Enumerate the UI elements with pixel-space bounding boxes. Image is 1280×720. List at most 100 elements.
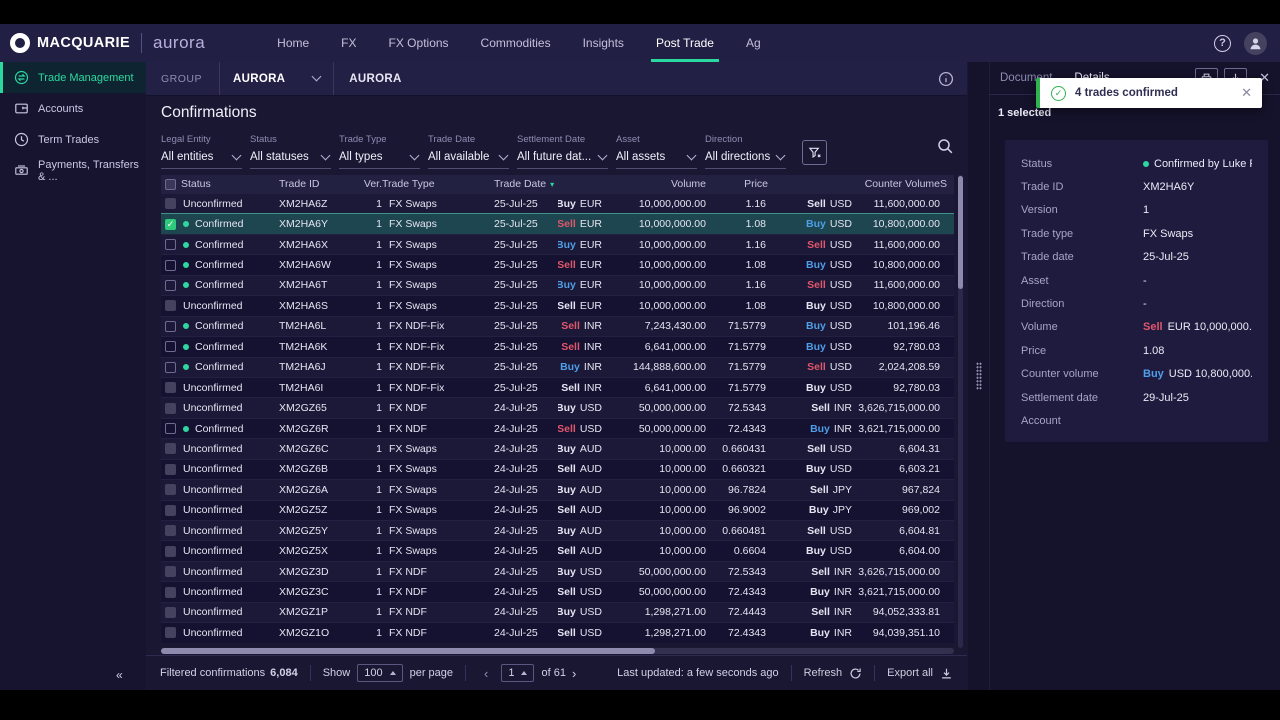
table-row[interactable]: UnconfirmedXM2GZ6B1FX Swaps24-Jul-25Sell… [161,459,954,479]
detail-value: 29-Jul-25 [1143,392,1189,404]
nav-item-fx[interactable]: FX [325,24,372,62]
sidebar-collapse-button[interactable]: « [116,668,123,682]
page-size-select[interactable]: 100 [357,664,402,682]
trade-date-cell: 25-Jul-25 [494,300,558,312]
status-cell: Confirmed [181,423,279,435]
next-page-button[interactable]: › [566,666,582,681]
table-row[interactable]: UnconfirmedXM2GZ651FX NDF24-Jul-25BuyUSD… [161,397,954,417]
group-select[interactable]: AURORA [219,62,334,95]
table-row[interactable]: UnconfirmedXM2GZ3C1FX NDF24-Jul-25SellUS… [161,581,954,601]
table-row[interactable]: ConfirmedTM2HA6K1FX NDF-Fix25-Jul-25Sell… [161,336,954,356]
column-header-price[interactable]: Price [706,178,768,190]
nav-item-fx-options[interactable]: FX Options [373,24,465,62]
direction-currency: INR [584,382,602,394]
refresh-button[interactable]: Refresh [804,667,863,680]
row-checkbox[interactable] [165,260,176,271]
table-row[interactable]: UnconfirmedXM2GZ5Y1FX Swaps24-Jul-25BuyA… [161,520,954,540]
table-row[interactable]: ConfirmedXM2GZ6R1FX NDF24-Jul-25SellUSD5… [161,418,954,438]
horizontal-scrollbar-thumb[interactable] [161,648,655,654]
filter-label: Status [250,134,331,145]
filter-status[interactable]: StatusAll statuses [250,134,331,169]
filter-settlement-date[interactable]: Settlement DateAll future dat... [517,134,608,169]
help-icon[interactable]: ? [1214,35,1231,52]
row-checkbox[interactable] [165,321,176,332]
clear-filters-button[interactable] [802,140,827,165]
row-checkbox[interactable] [165,362,176,373]
table-row[interactable]: UnconfirmedXM2HA6Z1FX Swaps25-Jul-25BuyE… [161,193,954,213]
vertical-scrollbar-thumb[interactable] [958,176,963,289]
row-checkbox[interactable]: ✓ [165,219,176,230]
user-avatar[interactable] [1244,32,1267,55]
toast-close-icon[interactable]: ✕ [1241,85,1252,101]
version-cell: 1 [358,627,382,639]
trade-id-cell: XM2HA6S [279,300,358,312]
nav-item-insights[interactable]: Insights [567,24,640,62]
sidebar-item-term-trades[interactable]: Term Trades [0,124,146,155]
trade-date-cell: 25-Jul-25 [494,361,558,373]
filter-legal-entity[interactable]: Legal EntityAll entities [161,134,242,169]
column-header-trade-id[interactable]: Trade ID [279,178,358,190]
filter-direction[interactable]: DirectionAll directions [705,134,786,169]
nav-item-home[interactable]: Home [261,24,325,62]
table-row[interactable]: UnconfirmedTM2HA6I1FX NDF-Fix25-Jul-25Se… [161,377,954,397]
counter-direction-currency: INR [834,627,852,639]
filter-asset[interactable]: AssetAll assets [616,134,697,169]
column-header-trade-type[interactable]: Trade Type [382,178,494,190]
sidebar-item-trade-management[interactable]: Trade Management [0,62,146,93]
row-checkbox[interactable] [165,341,176,352]
sidebar-item-accounts[interactable]: Accounts [0,93,146,124]
select-all-checkbox[interactable] [165,179,176,190]
row-checkbox[interactable] [165,423,176,434]
column-header-trade-date[interactable]: Trade Date▾ [494,178,558,190]
row-checkbox[interactable] [165,239,176,250]
detail-value: SellEUR 10,000,000.00 [1143,321,1252,333]
table-row[interactable]: UnconfirmedXM2GZ1P1FX NDF24-Jul-25BuyUSD… [161,602,954,622]
counter-direction-currency: USD [830,361,852,373]
vertical-scrollbar [958,175,963,648]
column-header-checkbox[interactable] [161,179,181,190]
info-icon[interactable] [938,71,954,87]
table-row[interactable]: ✓ConfirmedXM2HA6Y1FX Swaps25-Jul-25SellE… [161,213,954,233]
detail-row-status: StatusConfirmed by Luke Ros... [1021,152,1252,175]
table-row[interactable]: ConfirmedXM2HA6X1FX Swaps25-Jul-25BuyEUR… [161,234,954,254]
table-row[interactable]: ConfirmedTM2HA6L1FX NDF-Fix25-Jul-25Sell… [161,316,954,336]
detail-label: Direction [1021,298,1143,310]
table-row[interactable]: ConfirmedTM2HA6J1FX NDF-Fix25-Jul-25BuyI… [161,357,954,377]
status-cell: Unconfirmed [181,443,279,455]
column-header-counter-volume[interactable]: Counter Volume [852,178,940,190]
table-row[interactable]: UnconfirmedXM2GZ1O1FX NDF24-Jul-25SellUS… [161,622,954,642]
column-header-status[interactable]: Status [181,178,279,190]
table-row[interactable]: UnconfirmedXM2GZ3D1FX NDF24-Jul-25BuyUSD… [161,561,954,581]
nav-item-post-trade[interactable]: Post Trade [640,24,730,62]
nav-item-commodities[interactable]: Commodities [465,24,567,62]
price-cell: 1.16 [706,198,768,210]
table-row[interactable]: UnconfirmedXM2GZ5Z1FX Swaps24-Jul-25Sell… [161,500,954,520]
price-cell: 72.5343 [706,402,768,414]
table-row[interactable]: UnconfirmedXM2GZ6A1FX Swaps24-Jul-25BuyA… [161,479,954,499]
direction-cell: SellINR [558,341,610,353]
row-checkbox[interactable] [165,280,176,291]
table-row[interactable]: UnconfirmedXM2HA6S1FX Swaps25-Jul-25Sell… [161,295,954,315]
filter-trade-type[interactable]: Trade TypeAll types [339,134,420,169]
filter-trade-date[interactable]: Trade DateAll available [428,134,509,169]
table-row[interactable]: ConfirmedXM2HA6T1FX Swaps25-Jul-25BuyEUR… [161,275,954,295]
prev-page-button[interactable]: ‹ [478,666,494,681]
column-header-ver[interactable]: Ver. [358,178,382,190]
table-row[interactable]: UnconfirmedXM2GZ5X1FX Swaps24-Jul-25Sell… [161,540,954,560]
export-all-button[interactable]: Export all [887,667,953,680]
sidebar-item-payments-transfers[interactable]: Payments, Transfers & ... [0,155,146,186]
page-number-select[interactable]: 1 [501,664,534,682]
brand-divider [141,33,142,53]
search-icon[interactable] [937,138,954,155]
funnel-x-icon [808,146,822,160]
column-header-settlement-cut[interactable]: S [940,178,954,190]
column-header-volume[interactable]: Volume [610,178,706,190]
table-row[interactable]: UnconfirmedXM2GZ6C1FX Swaps24-Jul-25BuyA… [161,438,954,458]
chevron-up-icon [521,671,527,675]
table-row[interactable]: ConfirmedXM2HA6W1FX Swaps25-Jul-25SellEU… [161,254,954,274]
row-checkbox [165,484,176,495]
panel-resize-handle[interactable] [976,362,982,390]
row-checkbox [165,443,176,454]
version-cell: 1 [358,218,382,230]
nav-item-ag[interactable]: Ag [730,24,777,62]
